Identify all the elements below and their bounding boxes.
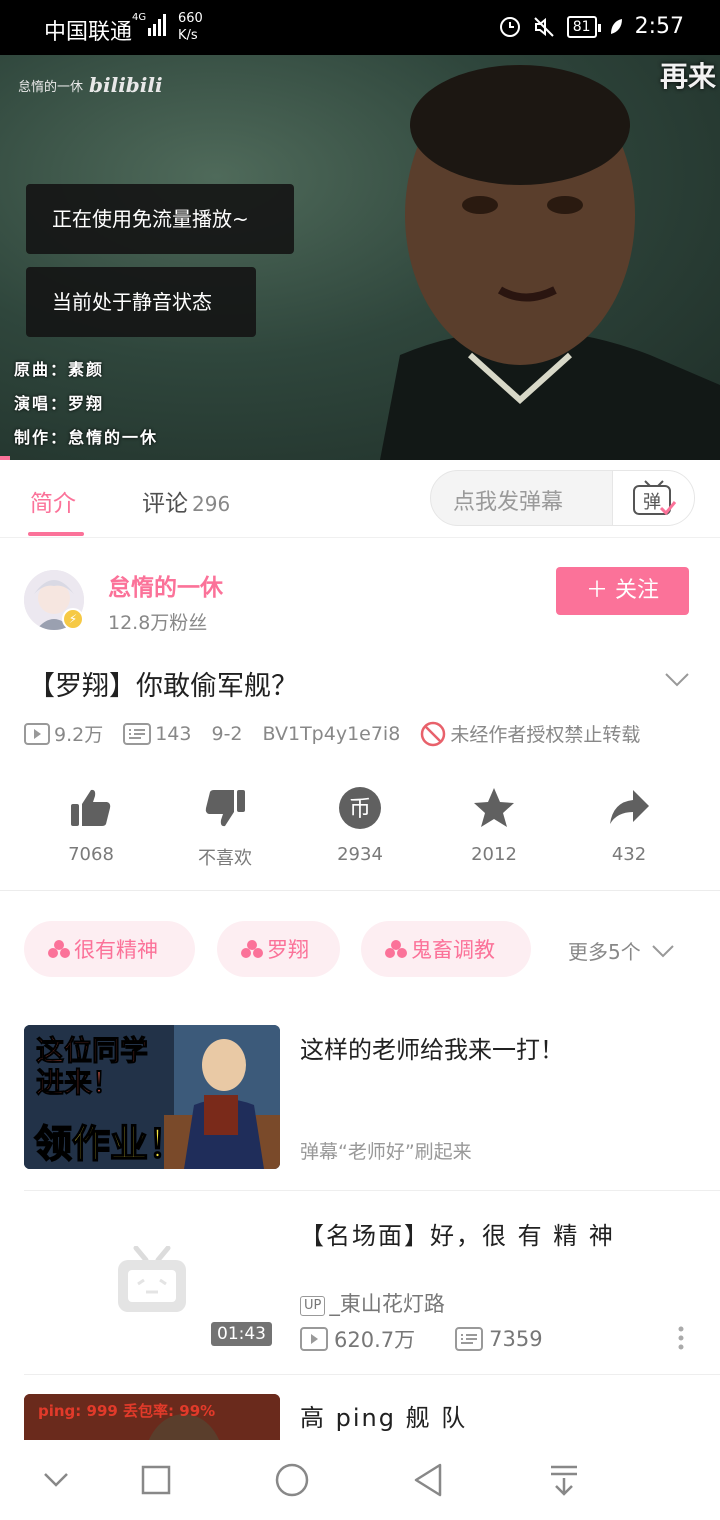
thumbs-down-icon: [205, 790, 245, 827]
video-meta: 9.2万 143 9-2 BV1Tp4y1e7i8 未经作者授权禁止转载: [24, 720, 640, 747]
thumbnail-caption: 领作业！: [33, 1121, 187, 1167]
bvid: BV1Tp4y1e7i8: [262, 722, 401, 745]
tag-icon: [241, 940, 263, 958]
thumbnail-caption: ping: 999 丢包率: 99%: [38, 1402, 216, 1420]
square-icon: [141, 1465, 171, 1495]
tag-icon: [385, 940, 407, 958]
recommendation-thumbnail: ping: 999 丢包率: 99%: [24, 1394, 280, 1440]
muted-toast: 当前处于静音状态: [26, 267, 256, 337]
tab-intro[interactable]: 简介: [30, 484, 76, 518]
chevron-down-icon: [652, 944, 674, 957]
network-type: 4G: [132, 12, 147, 23]
battery-indicator: 81: [566, 15, 601, 38]
tag-item[interactable]: 罗翔: [217, 921, 340, 977]
comment-count: 296: [192, 492, 231, 516]
danmaku-icon: 弹: [632, 480, 676, 516]
recents-button[interactable]: [136, 1460, 176, 1500]
dislike-button[interactable]: 不喜欢: [158, 786, 292, 870]
action-bar: 7068 不喜欢 币 2934 2012 432: [0, 786, 720, 891]
free-data-toast: 正在使用免流量播放~: [26, 184, 294, 254]
network-speed: 660 K/s: [178, 11, 203, 43]
video-duration: 01:43: [211, 1322, 272, 1346]
leaf-icon: [610, 18, 622, 34]
video-frame-figure: [380, 65, 720, 460]
like-button[interactable]: 7068: [24, 786, 158, 865]
share-icon: [610, 790, 649, 824]
recommendation-subtitle: 弹幕“老师好”刷起来: [300, 1141, 472, 1163]
uploader-fans: 12.8万粉丝: [108, 612, 208, 634]
pull-down-icon: [551, 1465, 577, 1496]
recommendation-title: 这样的老师给我来一打！: [300, 1036, 564, 1064]
circle-icon: [275, 1463, 309, 1497]
tab-comments[interactable]: 评论 296: [142, 484, 230, 518]
thumbnail-caption: 这位同学: [35, 1034, 149, 1067]
danmaku-count-icon: [455, 1327, 484, 1351]
back-button[interactable]: [408, 1460, 448, 1500]
recommendation-item[interactable]: 这位同学 进来！ 领作业！ 这样的老师给我来一打！ 弹幕“老师好”刷起来: [0, 1025, 720, 1190]
triangle-back-icon: [414, 1463, 442, 1497]
danmaku-placeholder: 点我发弹幕: [453, 490, 564, 515]
hide-nav-button[interactable]: [36, 1460, 76, 1500]
tag-icon: [48, 940, 70, 958]
chevron-down-icon: [44, 1473, 68, 1487]
bilibili-tv-placeholder-icon: [118, 1246, 186, 1312]
active-tab-indicator: [28, 532, 84, 536]
danmaku-count: 143: [123, 722, 191, 745]
forbidden-icon: [421, 721, 446, 746]
play-count-icon: [24, 722, 50, 745]
carrier-name: 中国联通: [44, 20, 133, 45]
recommendation-item[interactable]: ping: 999 丢包率: 99% 高 ping 舰 队: [0, 1394, 720, 1440]
video-watermark: 怠惰的一休 bilibili: [18, 73, 163, 97]
notification-pull-button[interactable]: [544, 1460, 584, 1500]
clock: 2:57: [634, 14, 684, 39]
video-corner-text: 再来: [659, 60, 716, 93]
danmaku-input[interactable]: 点我发弹幕 弹: [430, 470, 695, 526]
chevron-down-icon[interactable]: [664, 672, 690, 688]
coin-icon: 币: [339, 787, 381, 829]
danmaku-count-icon: [123, 722, 152, 745]
verified-badge-icon: ⚡: [62, 608, 84, 630]
up-badge: UP: [300, 1296, 326, 1316]
thumbnail-caption: 进来！: [35, 1066, 121, 1099]
divider: [24, 1374, 720, 1375]
publish-date: 9-2: [211, 722, 243, 745]
favorite-button[interactable]: 2012: [427, 786, 561, 865]
coin-button[interactable]: 币 2934: [293, 786, 427, 865]
recommendation-uploader: UP _東山花灯路: [300, 1288, 445, 1318]
thumbs-up-icon: [71, 789, 111, 826]
alarm-icon: [499, 16, 520, 37]
recommendation-title: 【名场面】好，很 有 精 神: [300, 1222, 615, 1250]
status-bar: 中国联通 4G 660 K/s 81 2:57: [0, 0, 720, 55]
recommendation-item[interactable]: 01:43 【名场面】好，很 有 精 神 UP _東山花灯路 620.7万 735…: [0, 1210, 720, 1375]
mute-icon: [534, 16, 554, 37]
svg-text:币: 币: [349, 797, 371, 822]
home-button[interactable]: [272, 1460, 312, 1500]
divider: [24, 1190, 720, 1191]
system-navigation-bar: [0, 1440, 720, 1520]
more-options-icon[interactable]: [678, 1326, 684, 1350]
recommendation-thumbnail: 01:43: [24, 1210, 280, 1354]
star-icon: [474, 788, 514, 827]
video-credits: 原曲：素颜 演唱：罗翔 制作：怠惰的一休: [14, 360, 159, 447]
no-repost-notice: 未经作者授权禁止转载: [420, 720, 640, 747]
video-title: 【罗翔】你敢偷军舰？: [28, 671, 298, 702]
tag-item[interactable]: 鬼畜调教: [361, 921, 531, 977]
uploader-name[interactable]: 怠惰的一休: [108, 568, 223, 602]
recommendation-thumbnail: 这位同学 进来！ 领作业！: [24, 1025, 280, 1169]
play-count-icon: [300, 1327, 328, 1351]
video-player[interactable]: 怠惰的一休 bilibili 再来 正在使用免流量播放~ 当前处于静音状态 原曲…: [0, 55, 720, 460]
signal-icon: [148, 14, 166, 36]
more-tags-button[interactable]: 更多5个: [568, 936, 675, 965]
svg-text:弹: 弹: [643, 492, 661, 513]
share-button[interactable]: 432: [562, 786, 696, 865]
danmaku-toggle-button[interactable]: 弹: [612, 471, 694, 525]
recommendation-stats: 620.7万 7359: [300, 1324, 543, 1354]
follow-button[interactable]: ＋ 关注: [556, 567, 689, 615]
tag-item[interactable]: 很有精神: [24, 921, 195, 977]
bilibili-logo: bilibili: [89, 73, 163, 97]
recommendation-title: 高 ping 舰 队: [300, 1404, 468, 1432]
view-count: 9.2万: [24, 720, 103, 747]
